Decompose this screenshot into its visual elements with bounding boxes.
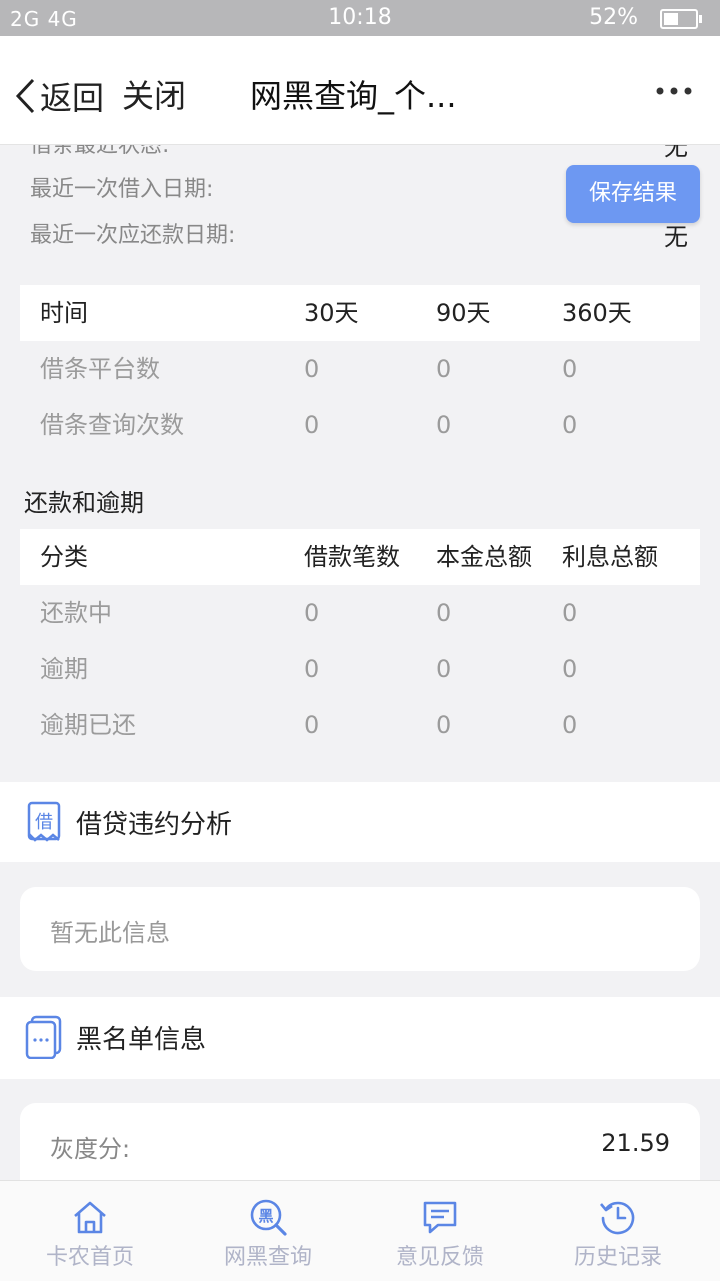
back-button[interactable]: 返回 — [14, 74, 104, 118]
tab-home[interactable]: 卡农首页 — [0, 1181, 180, 1281]
table-row: 逾期 0 0 0 — [20, 641, 700, 697]
default-analysis-title: 借贷违约分析 — [76, 810, 233, 840]
tab-feedback-label: 意见反馈 — [395, 1245, 484, 1270]
search-icon-char: 黑 — [258, 1207, 273, 1225]
chevron-left-icon — [15, 78, 35, 114]
more-options-icon[interactable] — [656, 86, 692, 96]
table-cell: 借条查询次数 — [40, 411, 184, 439]
table-cell: 逾期已还 — [40, 711, 136, 739]
last-repay-date-label: 最近一次应还款日期: — [30, 223, 236, 248]
table-header-cell: 360天 — [562, 299, 632, 327]
table-header-cell: 分类 — [40, 543, 88, 571]
back-label: 返回 — [40, 79, 105, 117]
table-cell: 0 — [436, 655, 452, 683]
close-button[interactable]: 关闭 — [122, 74, 186, 118]
blacklist-card: 灰度分: 21.59 — [20, 1103, 700, 1180]
table-header-cell: 利息总额 — [562, 543, 658, 571]
table-cell: 0 — [562, 711, 578, 739]
table-cell: 0 — [304, 711, 320, 739]
content-area[interactable]: 借条最近状态: 无 最近一次借入日期: 最近一次应还款日期: 无 保存结果 时间… — [0, 145, 720, 1180]
table-cell: 0 — [562, 599, 578, 627]
bottom-tab-bar: 卡农首页 黑 网黑查询 意见反馈 历史记录 — [0, 1180, 720, 1281]
table-cell: 逾期 — [40, 655, 88, 683]
table-cell: 0 — [436, 711, 452, 739]
tab-history-label: 历史记录 — [573, 1245, 662, 1270]
page-title: 网黑查询_个... — [250, 77, 457, 115]
tab-feedback[interactable]: 意见反馈 — [350, 1181, 530, 1281]
table-cell: 借条平台数 — [40, 355, 160, 383]
loan-icon-char: 借 — [35, 812, 53, 833]
table-cell: 0 — [436, 599, 452, 627]
blacklist-header: 黑名单信息 — [0, 997, 720, 1079]
table-header-cell: 时间 — [40, 299, 88, 327]
last-borrow-date-label: 最近一次借入日期: — [30, 177, 214, 202]
save-result-button[interactable]: 保存结果 — [566, 165, 700, 223]
repay-overdue-table: 分类 借款笔数 本金总额 利息总额 还款中 0 0 0 逾期 0 0 0 逾期已… — [20, 529, 700, 753]
table-row: 借条平台数 0 0 0 — [20, 341, 700, 397]
navigation-bar: 返回 关闭 网黑查询_个... — [0, 36, 720, 145]
table-row: 还款中 0 0 0 — [20, 585, 700, 641]
tab-blacklist-search[interactable]: 黑 网黑查询 — [178, 1181, 358, 1281]
table-cell: 0 — [304, 655, 320, 683]
table-row: 逾期已还 0 0 0 — [20, 697, 700, 753]
empty-state-text: 暂无此信息 — [50, 919, 170, 947]
table-cell: 0 — [304, 355, 320, 383]
latest-status-label: 借条最近状态: — [30, 145, 170, 158]
blacklist-title: 黑名单信息 — [76, 1025, 207, 1055]
battery-icon — [660, 9, 702, 29]
table-header-cell: 90天 — [436, 299, 491, 327]
tab-blacklist-search-label: 网黑查询 — [223, 1245, 312, 1270]
table-header-cell: 30天 — [304, 299, 359, 327]
tab-history[interactable]: 历史记录 — [528, 1181, 708, 1281]
default-analysis-card: 暂无此信息 — [20, 887, 700, 971]
gray-score-label: 灰度分: — [50, 1135, 131, 1163]
battery-percent: 52% — [589, 5, 638, 30]
home-icon — [74, 1201, 106, 1234]
latest-status-value: 无 — [664, 145, 688, 161]
loan-receipt-icon: 借 — [27, 801, 61, 842]
table-cell: 0 — [304, 411, 320, 439]
history-icon — [600, 1201, 635, 1235]
repay-section-title: 还款和逾期 — [24, 489, 144, 517]
table-cell: 0 — [562, 355, 578, 383]
table-cell: 0 — [562, 411, 578, 439]
table-row: 借条查询次数 0 0 0 — [20, 397, 700, 453]
blacklist-doc-icon — [25, 1015, 62, 1059]
table-cell: 0 — [436, 355, 452, 383]
table-header-row: 分类 借款笔数 本金总额 利息总额 — [20, 529, 700, 585]
blacklist-search-icon: 黑 — [250, 1199, 287, 1236]
gray-score-value: 21.59 — [601, 1129, 670, 1157]
table-cell: 0 — [436, 411, 452, 439]
feedback-icon — [423, 1201, 457, 1234]
table-header-cell: 本金总额 — [436, 543, 532, 571]
table-cell: 0 — [562, 655, 578, 683]
status-bar: 2G 4G 10:18 52% — [0, 0, 720, 36]
table-cell: 还款中 — [40, 599, 112, 627]
table-cell: 0 — [304, 599, 320, 627]
table-header-cell: 借款笔数 — [304, 543, 400, 571]
default-analysis-header: 借 借贷违约分析 — [0, 782, 720, 862]
tab-home-label: 卡农首页 — [45, 1245, 134, 1270]
loan-platform-table: 时间 30天 90天 360天 借条平台数 0 0 0 借条查询次数 0 0 0 — [20, 285, 700, 453]
table-header-row: 时间 30天 90天 360天 — [20, 285, 700, 341]
